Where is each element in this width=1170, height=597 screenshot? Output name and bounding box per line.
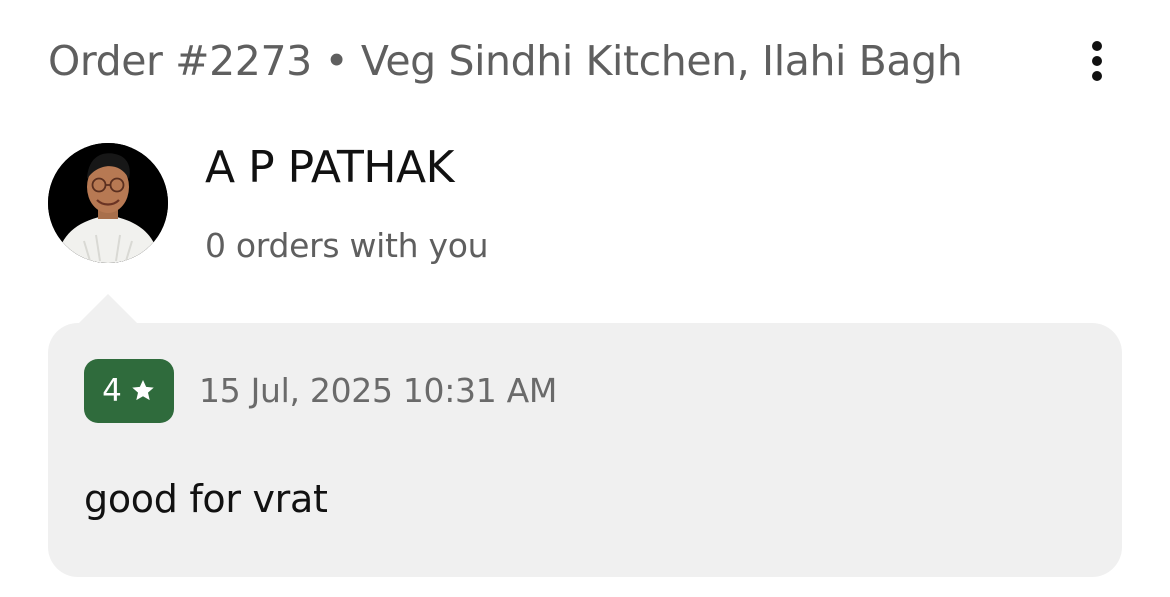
review-text: good for vrat bbox=[84, 477, 328, 521]
more-options-button[interactable] bbox=[1072, 34, 1122, 88]
star-icon bbox=[132, 379, 154, 401]
more-vertical-icon bbox=[1092, 41, 1102, 81]
rating-badge: 4 bbox=[84, 359, 174, 423]
review-card bbox=[48, 323, 1122, 577]
customer-avatar-image bbox=[48, 143, 168, 263]
avatar[interactable] bbox=[48, 143, 168, 263]
customer-order-count: 0 orders with you bbox=[205, 226, 489, 265]
customer-name: A P PATHAK bbox=[205, 142, 454, 193]
page-title: Order #2273 • Veg Sindhi Kitchen, Ilahi … bbox=[48, 37, 963, 85]
review-date: 15 Jul, 2025 10:31 AM bbox=[199, 371, 558, 410]
review-card-pointer bbox=[78, 294, 138, 324]
rating-value: 4 bbox=[102, 373, 122, 409]
